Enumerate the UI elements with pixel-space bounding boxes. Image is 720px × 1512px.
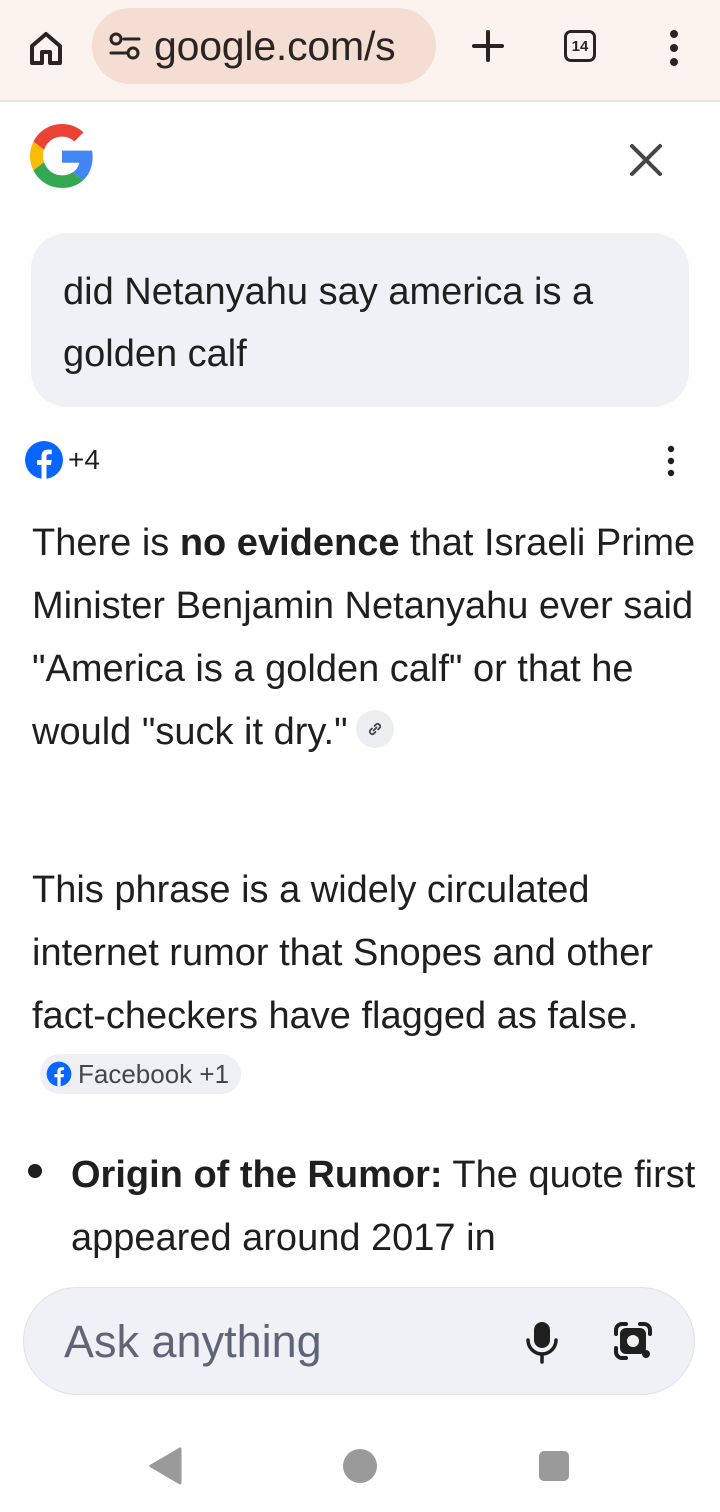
- bullet-title: Origin of the Rumor:: [71, 1154, 443, 1196]
- close-icon[interactable]: [626, 140, 666, 180]
- site-settings-icon[interactable]: [108, 31, 142, 61]
- home-icon[interactable]: [24, 26, 68, 70]
- answer-text: There is: [32, 522, 180, 564]
- home-circle-icon[interactable]: [343, 1449, 377, 1483]
- facebook-icon: [46, 1061, 72, 1087]
- ask-input[interactable]: Ask anything: [23, 1287, 695, 1395]
- sources-count[interactable]: +4: [68, 440, 100, 480]
- tab-count: 14: [571, 37, 589, 55]
- link-icon[interactable]: [355, 710, 394, 748]
- tab-switcher-icon[interactable]: 14: [564, 30, 596, 62]
- more-options-icon[interactable]: [662, 444, 680, 478]
- answer-paragraph-2: This phrase is a widely circulated inter…: [32, 859, 702, 1111]
- plus-icon[interactable]: [466, 24, 510, 68]
- url-text[interactable]: google.com/s: [154, 23, 395, 70]
- user-query-text: did Netanyahu say america is a golden ca…: [63, 271, 594, 375]
- answer-bullet: Origin of the Rumor: The quote first app…: [71, 1144, 701, 1270]
- browser-toolbar: google.com/s 14: [0, 0, 720, 102]
- answer-text: This phrase is a widely circulated inter…: [32, 869, 654, 1037]
- more-vertical-icon[interactable]: [664, 26, 684, 70]
- answer-emphasis: no evidence: [179, 522, 400, 564]
- bullet-icon: [28, 1164, 42, 1178]
- mic-icon[interactable]: [524, 1320, 560, 1364]
- address-bar[interactable]: google.com/s: [92, 8, 436, 84]
- source-chip-label: Facebook +1: [78, 1058, 230, 1089]
- user-query-bubble: did Netanyahu say america is a golden ca…: [31, 233, 689, 407]
- google-logo-icon: [30, 124, 94, 188]
- back-icon[interactable]: [148, 1447, 182, 1485]
- ask-placeholder[interactable]: Ask anything: [64, 1316, 322, 1368]
- recents-icon[interactable]: [539, 1451, 569, 1481]
- facebook-icon[interactable]: [24, 440, 64, 480]
- source-chip[interactable]: Facebook +1: [40, 1054, 242, 1094]
- camera-lens-icon[interactable]: [612, 1320, 654, 1362]
- answer-paragraph-1: There is no evidence that Israeli Prime …: [32, 512, 702, 764]
